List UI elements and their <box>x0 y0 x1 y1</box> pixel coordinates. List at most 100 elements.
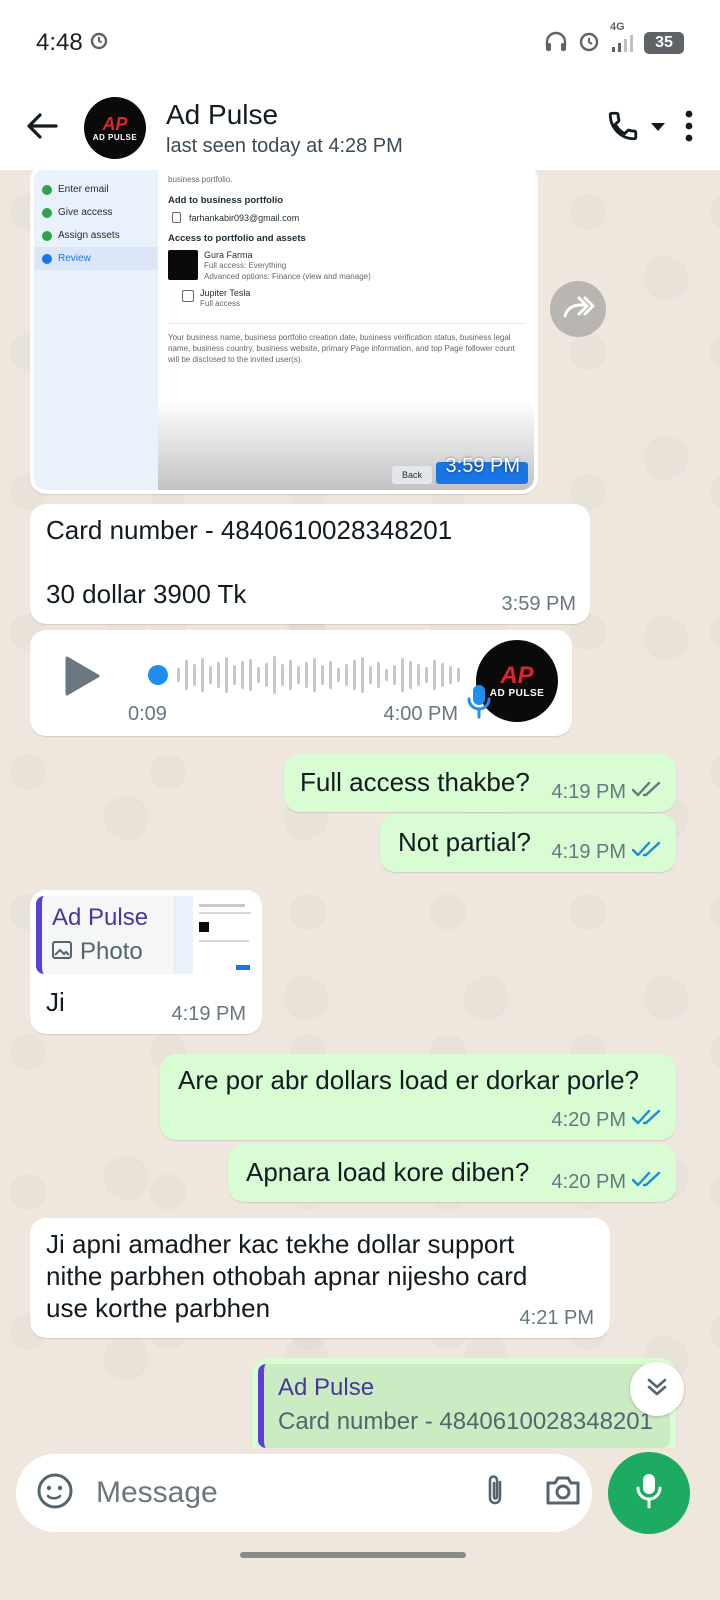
status-bar: 4:48 4G 35 <box>0 0 720 86</box>
status-time: 4:48 <box>36 29 83 56</box>
status-icons: 4G 35 <box>544 21 684 57</box>
mic-icon <box>634 1472 664 1515</box>
message-composer <box>16 1454 592 1532</box>
chat-area[interactable]: Enter email Give access Assign assets Re… <box>0 170 720 1448</box>
outgoing-reply-message[interactable]: Ad Pulse Card number - 4840610028348201 <box>252 1358 676 1448</box>
waveform-bar <box>337 668 340 682</box>
waveform-bar <box>241 661 244 689</box>
call-button[interactable] <box>606 109 666 148</box>
screenshot-section-1: Add to business portfolio <box>168 195 284 206</box>
contact-info[interactable]: Ad Pulse last seen today at 4:28 PM <box>166 99 606 158</box>
asset-1-line2: Advanced options: Finance (view and mana… <box>204 272 371 281</box>
screenshot-image[interactable]: Enter email Give access Assign assets Re… <box>34 170 534 490</box>
message-text: 30 dollar 3900 Tk <box>46 579 247 609</box>
quoted-message[interactable]: Ad Pulse Photo <box>36 896 256 974</box>
system-nav-area <box>0 1540 720 1600</box>
gesture-bar[interactable] <box>240 1552 466 1558</box>
outgoing-message[interactable]: Apnara load kore diben? 4:20 PM <box>228 1144 676 1202</box>
screenshot-section-2: Access to portfolio and assets <box>168 233 306 244</box>
asset-2-line1: Full access <box>200 299 241 308</box>
screenshot-disclaimer: Your business name, business portfolio c… <box>168 323 524 365</box>
asset-2-name: Jupiter Tesla <box>200 288 251 298</box>
waveform-bar <box>321 665 324 685</box>
message-time: 3:59 PM <box>445 455 520 477</box>
sticker-icon[interactable] <box>36 1472 74 1515</box>
message-time: 4:19 PM <box>551 840 626 863</box>
outgoing-message[interactable]: Full access thakbe? 4:19 PM <box>284 754 676 812</box>
waveform-bar <box>329 661 332 689</box>
outgoing-message[interactable]: Not partial? 4:19 PM <box>380 814 676 872</box>
screenshot-step: Assign assets <box>34 224 158 247</box>
contact-name: Ad Pulse <box>166 98 279 130</box>
quoted-message[interactable]: Ad Pulse Card number - 4840610028348201 <box>258 1364 670 1448</box>
message-input[interactable] <box>96 1476 482 1510</box>
double-tick-read-icon <box>631 840 662 864</box>
waveform-bar <box>257 667 260 683</box>
waveform-bar <box>377 662 380 688</box>
status-time-group: 4:48 <box>36 29 109 57</box>
incoming-message[interactable]: Card number - 4840610028348201 30 dollar… <box>30 504 590 624</box>
waveform-bar <box>289 660 292 690</box>
headphones-icon <box>544 30 568 57</box>
waveform-bar <box>433 660 436 690</box>
waveform-bar <box>265 663 268 687</box>
logo-text: AD PULSE <box>92 132 138 142</box>
more-icon[interactable] <box>684 110 694 147</box>
alarm-icon <box>578 30 600 57</box>
voice-message[interactable]: 0:09 4:00 PM AP AD PULSE <box>30 630 572 736</box>
waveform-bar <box>233 665 236 685</box>
quoted-type-label: Photo <box>80 938 143 965</box>
double-tick-read-icon <box>631 1108 662 1132</box>
sender-avatar: AP AD PULSE <box>467 640 558 722</box>
camera-icon[interactable] <box>544 1474 582 1513</box>
incoming-message[interactable]: Ji apni amadher kac tekhe dollar support… <box>30 1218 610 1338</box>
screenshot-email: farhankabir093@gmail.com <box>189 212 300 223</box>
waveform-bar <box>177 668 180 682</box>
attach-icon[interactable] <box>482 1472 508 1515</box>
incoming-reply-message[interactable]: Ad Pulse Photo Ji 4:19 PM <box>30 890 262 1034</box>
message-time: 4:20 PM <box>551 1170 626 1193</box>
screenshot-step: Enter email <box>34 178 158 201</box>
screenshot-asset-2: Jupiter Tesla Full access <box>182 288 524 309</box>
screenshot-sidebar: Enter email Give access Assign assets Re… <box>34 170 158 490</box>
playback-knob[interactable] <box>148 665 168 685</box>
forward-button[interactable] <box>550 281 606 337</box>
back-button[interactable] <box>0 86 84 170</box>
voice-record-button[interactable] <box>608 1452 690 1534</box>
play-button[interactable] <box>64 656 100 701</box>
screenshot-step-active: Review <box>34 247 158 270</box>
forward-icon <box>561 294 595 325</box>
message-text: Ji <box>46 987 65 1017</box>
last-seen: last seen today at 4:28 PM <box>166 134 403 157</box>
waveform-bar <box>201 658 204 692</box>
quoted-sender: Ad Pulse <box>278 1374 375 1401</box>
waveform-bar <box>185 660 188 690</box>
waveform-bar <box>457 668 460 682</box>
image-message[interactable]: Enter email Give access Assign assets Re… <box>30 170 538 494</box>
alarm-icon <box>89 29 109 57</box>
asset-1-line1: Full access: Everything <box>204 261 287 270</box>
message-text: Ji apni amadher kac tekhe dollar support… <box>46 1229 528 1323</box>
play-icon <box>64 656 100 700</box>
chat-header: AP AD PULSE Ad Pulse last seen today at … <box>0 86 720 170</box>
phone-icon <box>606 109 640 148</box>
quoted-type: Photo <box>52 938 164 966</box>
outgoing-message[interactable]: Are por abr dollars load er dorkar porle… <box>160 1054 676 1140</box>
message-time: 4:00 PM <box>383 703 458 725</box>
quoted-thumbnail <box>174 896 256 974</box>
double-tick-icon <box>631 780 662 804</box>
signal-icon: 4G <box>610 21 634 53</box>
screenshot-intro: business portfolio. <box>168 175 233 184</box>
waveform-bar <box>281 664 284 686</box>
screenshot-step: Give access <box>34 201 158 224</box>
scroll-to-bottom-button[interactable] <box>630 1362 684 1416</box>
dropdown-icon <box>650 119 666 137</box>
asset-1-name: Gura Farma <box>204 250 253 260</box>
waveform-bar <box>449 666 452 684</box>
contact-avatar[interactable]: AP AD PULSE <box>84 97 146 159</box>
waveform-slider[interactable] <box>148 654 488 696</box>
waveform-bar <box>313 658 316 692</box>
waveform-bar <box>225 657 228 693</box>
waveform-bar <box>249 659 252 691</box>
quoted-text: Card number - 4840610028348201 <box>278 1408 653 1435</box>
